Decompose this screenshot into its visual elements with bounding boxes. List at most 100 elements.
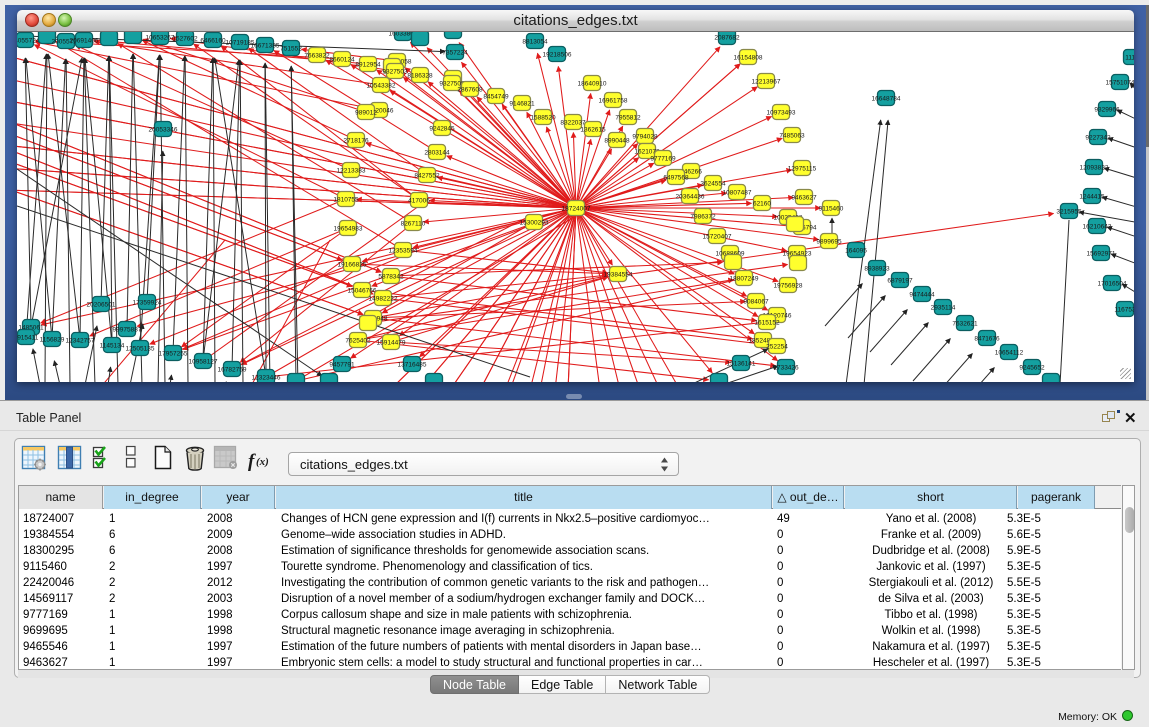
svg-text:15692971: 15692971: [1087, 251, 1116, 258]
svg-text:3624554: 3624554: [700, 181, 726, 188]
svg-text:164095: 164095: [845, 248, 867, 255]
svg-text:9899695: 9899695: [816, 239, 842, 246]
svg-text:9242845: 9242845: [429, 126, 455, 133]
svg-text:3215955: 3215955: [1056, 209, 1082, 216]
svg-text:20691406: 20691406: [70, 38, 99, 45]
svg-text:19384554: 19384554: [604, 272, 633, 279]
svg-text:9474444: 9474444: [909, 292, 935, 299]
svg-text:20053346: 20053346: [149, 127, 178, 134]
svg-text:9457791: 9457791: [329, 362, 355, 369]
svg-text:12323446: 12323446: [252, 375, 281, 382]
svg-text:7357224: 7357224: [442, 50, 468, 57]
svg-text:116753: 116753: [1114, 307, 1134, 314]
svg-text:7625402: 7625402: [345, 338, 371, 345]
svg-text:7485063: 7485063: [779, 133, 805, 140]
svg-text:18807249: 18807249: [730, 276, 759, 283]
svg-text:12342757: 12342757: [66, 338, 95, 345]
svg-text:2803144: 2803144: [424, 150, 450, 157]
svg-text:17957255: 17957255: [159, 351, 188, 358]
svg-text:10973493: 10973493: [767, 110, 796, 117]
svg-text:15046766: 15046766: [348, 288, 377, 295]
svg-text:99975887: 99975887: [113, 327, 142, 334]
svg-text:19654983: 19654983: [334, 226, 363, 233]
svg-text:8186328: 8186328: [407, 73, 433, 80]
svg-text:16210643: 16210643: [1083, 224, 1112, 231]
svg-text:2718176: 2718176: [343, 138, 369, 145]
svg-text:8912954: 8912954: [355, 62, 381, 69]
svg-text:1362615: 1362615: [580, 127, 606, 134]
svg-text:9227342: 9227342: [1085, 135, 1111, 142]
svg-text:2935114: 2935114: [931, 305, 956, 312]
svg-text:3915411: 3915411: [17, 335, 39, 342]
svg-text:14982222: 14982222: [369, 296, 398, 303]
svg-text:8990448: 8990448: [604, 138, 630, 145]
svg-text:1112: 1112: [1125, 55, 1134, 62]
svg-text:1145134: 1145134: [100, 343, 125, 350]
svg-text:1244415: 1244415: [1079, 194, 1105, 201]
svg-text:12093822: 12093822: [1080, 165, 1109, 172]
svg-text:9146821: 9146821: [509, 101, 535, 108]
svg-text:15136141: 15136141: [727, 361, 756, 368]
svg-text:6879197: 6879197: [887, 278, 913, 285]
svg-text:7632621: 7632621: [952, 321, 978, 328]
svg-text:15751074: 15751074: [1106, 80, 1134, 87]
svg-text:8813054: 8813054: [522, 39, 548, 46]
svg-text:15914479: 15914479: [377, 340, 406, 347]
svg-text:5878342: 5878342: [378, 274, 404, 281]
svg-text:18640910: 18640910: [578, 81, 607, 88]
svg-text:989012: 989012: [355, 110, 377, 117]
svg-text:18724007: 18724007: [562, 206, 591, 213]
svg-text:14055724: 14055724: [17, 38, 40, 45]
svg-text:9115460: 9115460: [819, 206, 844, 213]
svg-text:9794028: 9794028: [632, 134, 658, 141]
svg-text:19218506: 19218506: [543, 52, 572, 59]
svg-text:8322037: 8322037: [560, 120, 586, 127]
svg-text:1156829: 1156829: [40, 337, 65, 344]
svg-text:7663822: 7663822: [304, 53, 330, 60]
svg-text:8660124: 8660124: [329, 57, 355, 64]
svg-text:8267110: 8267110: [401, 221, 426, 228]
svg-text:16961758: 16961758: [599, 98, 628, 105]
svg-text:9463627: 9463627: [791, 195, 817, 202]
svg-text:252254: 252254: [766, 344, 788, 351]
svg-text:751552: 751552: [280, 46, 302, 53]
svg-text:2087682: 2087682: [714, 35, 740, 42]
svg-text:16648784: 16648784: [872, 96, 901, 103]
svg-text:1810755: 1810755: [333, 197, 359, 204]
svg-text:15300293: 15300293: [520, 220, 549, 227]
svg-text:16671385: 16671385: [251, 43, 280, 50]
svg-text:10654112: 10654112: [995, 350, 1024, 357]
svg-text:62160: 62160: [753, 201, 771, 208]
svg-text:8938923: 8938923: [864, 266, 890, 273]
svg-text:10653267: 10653267: [146, 35, 175, 42]
svg-text:20364436: 20364436: [676, 194, 705, 201]
svg-text:19166825: 19166825: [338, 262, 367, 269]
svg-text:6466160: 6466160: [200, 38, 226, 45]
svg-text:12975115: 12975115: [788, 166, 817, 173]
svg-text:9329966: 9329966: [1094, 107, 1120, 114]
svg-text:f: f: [248, 451, 256, 472]
svg-text:13716485: 13716485: [398, 362, 427, 369]
svg-text:1615152: 1615152: [754, 320, 780, 327]
svg-text:12213383: 12213383: [337, 168, 366, 175]
svg-text:2867608: 2867608: [457, 87, 483, 94]
svg-text:9327503: 9327503: [382, 69, 408, 76]
svg-text:8427552: 8427552: [414, 173, 440, 180]
svg-text:16782759: 16782759: [218, 367, 247, 374]
svg-text:(x): (x): [256, 456, 269, 468]
svg-text:8454749: 8454749: [483, 94, 509, 101]
svg-text:9084067: 9084067: [743, 299, 769, 306]
svg-text:7986372: 7986372: [690, 214, 716, 221]
svg-text:9777169: 9777169: [650, 156, 676, 163]
svg-text:10807487: 10807487: [723, 190, 752, 197]
svg-text:1588520: 1588520: [530, 115, 556, 122]
svg-text:10958127: 10958127: [189, 359, 218, 366]
svg-text:10543382: 10543382: [367, 83, 396, 90]
svg-text:16154808: 16154808: [734, 55, 763, 62]
svg-text:8471676: 8471676: [974, 336, 1000, 343]
svg-text:1527602: 1527602: [172, 36, 198, 43]
svg-text:17016504: 17016504: [1098, 281, 1127, 288]
svg-text:20206501: 20206501: [87, 302, 116, 309]
svg-text:9245652: 9245652: [1019, 365, 1045, 372]
svg-text:12353594: 12353594: [389, 248, 418, 255]
